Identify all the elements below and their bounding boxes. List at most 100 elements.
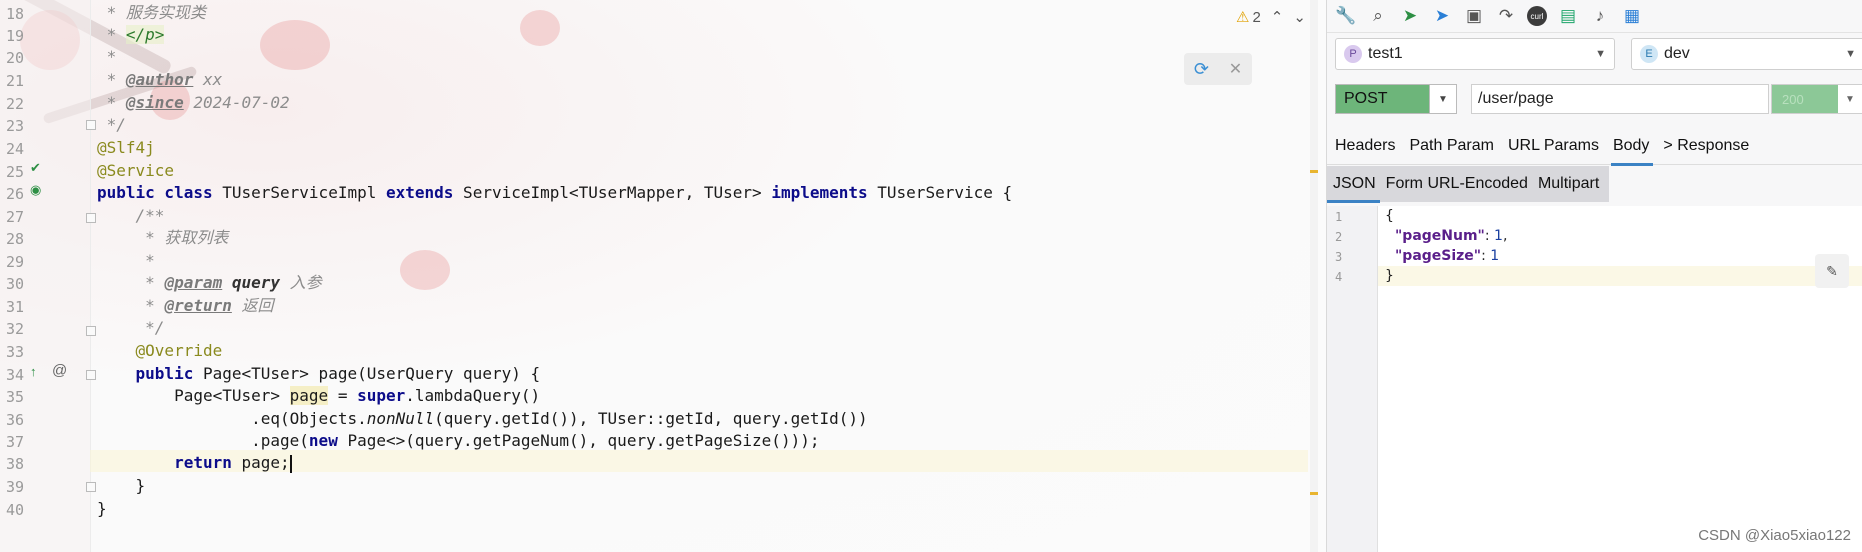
environment-select[interactable]: E dev ▼ <box>1631 38 1862 70</box>
bell-icon[interactable]: ♪ <box>1589 5 1611 27</box>
line-number: 19 <box>5 27 24 45</box>
line-number: 31 <box>5 298 24 316</box>
code-line: @Slf4j <box>97 138 155 157</box>
request-row: POST ▼ /user/page 200 ▼ <box>1335 84 1862 116</box>
line-number: 36 <box>5 411 24 429</box>
tab-url-params[interactable]: URL Params <box>1506 133 1601 159</box>
json-line: "pageSize": 1 <box>1395 248 1500 264</box>
line-number: 4 <box>1335 270 1343 284</box>
code-editor[interactable]: 18 19 20 21 22 23 24 25 26 27 28 29 30 31 32 33 34 35 36 37… <box>0 0 1318 552</box>
line-number: 30 <box>5 275 24 293</box>
project-badge: P <box>1344 45 1362 63</box>
curl-icon[interactable]: curl <box>1527 6 1547 26</box>
fold-marker[interactable] <box>86 326 96 336</box>
gift-icon[interactable]: ▦ <box>1621 5 1643 27</box>
code-line: public class TUserServiceImpl extends Se… <box>97 183 1013 202</box>
method-select[interactable]: POST ▼ <box>1335 84 1457 114</box>
reload-icon[interactable]: ⟳ <box>1194 59 1209 80</box>
tab-form-url-encoded[interactable]: Form URL-Encoded <box>1386 175 1528 193</box>
line-number: 33 <box>5 343 24 361</box>
body-type-tabs: JSON Form URL-Encoded Multipart <box>1327 166 1609 203</box>
code-line: * @return 返回 <box>97 296 274 315</box>
code-line: * 获取列表 <box>97 228 229 247</box>
line-number: 2 <box>1335 230 1343 244</box>
format-wand-icon[interactable]: ✎ <box>1815 254 1849 288</box>
code-line: * @since 2024-07-02 <box>97 93 290 112</box>
method-label: POST <box>1336 85 1429 113</box>
at-gutter-icon[interactable]: @ <box>52 362 67 379</box>
wrench-icon[interactable]: 🔧 <box>1335 5 1357 27</box>
tab-multipart[interactable]: Multipart <box>1538 175 1599 193</box>
code-line: * <box>97 251 155 270</box>
tab-response[interactable]: > Response <box>1661 133 1751 159</box>
code-line: /** <box>97 206 165 225</box>
code-line: * <box>97 47 117 66</box>
book-icon[interactable]: ▤ <box>1557 5 1579 27</box>
line-number: 23 <box>5 117 24 135</box>
line-number: 28 <box>5 230 24 248</box>
implements-gutter-icon[interactable]: ↑ <box>30 364 37 379</box>
line-number: 29 <box>5 253 24 271</box>
code-line: Page<TUser> page = super.lambdaQuery() <box>97 386 541 405</box>
line-number: 3 <box>1335 250 1343 264</box>
code-line: * </p> <box>97 25 165 44</box>
json-line: { <box>1385 208 1394 224</box>
tab-path-param[interactable]: Path Param <box>1407 133 1495 159</box>
line-number: 22 <box>5 95 24 113</box>
api-client-panel: 🔧 ⌕ ➤ ➤ ▣ ↷ curl ▤ ♪ ▦ P test1 ▼ E dev ▼… <box>1326 0 1862 552</box>
chevron-down-icon[interactable]: ⌄ <box>1293 8 1306 26</box>
line-number: 32 <box>5 320 24 338</box>
close-icon[interactable]: ✕ <box>1229 59 1242 79</box>
code-line: .eq(Objects.nonNull(query.getId()), TUse… <box>97 409 868 428</box>
save-icon[interactable]: ▣ <box>1463 5 1485 27</box>
tab-headers[interactable]: Headers <box>1333 133 1397 159</box>
line-number: 39 <box>5 478 24 496</box>
fold-marker[interactable] <box>86 120 96 130</box>
redo-icon[interactable]: ↷ <box>1495 5 1517 27</box>
inspection-widget[interactable]: ⚠ 2 ⌃ ⌄ <box>1236 8 1306 26</box>
run-gutter-icon[interactable]: ✔ <box>30 160 41 176</box>
line-number: 20 <box>5 49 24 67</box>
tab-json[interactable]: JSON <box>1327 175 1380 203</box>
search-icon[interactable]: ⌕ <box>1367 5 1389 27</box>
line-number: 38 <box>5 455 24 473</box>
code-line: * 服务实现类 <box>97 3 206 22</box>
line-number: 18 <box>5 5 24 23</box>
code-line: @Override <box>97 341 223 360</box>
fold-marker[interactable] <box>86 370 96 380</box>
code-line: * @param query 入参 <box>97 273 322 292</box>
bean-gutter-icon[interactable]: ◉ <box>30 182 41 198</box>
project-select[interactable]: P test1 ▼ <box>1335 38 1615 70</box>
code-line: } <box>97 499 107 518</box>
chevron-up-icon[interactable]: ⌃ <box>1271 8 1284 26</box>
warning-mark[interactable] <box>1310 170 1318 173</box>
line-number: 21 <box>5 72 24 90</box>
code-line: } <box>97 476 146 495</box>
code-line: return page; <box>97 453 292 473</box>
json-gutter: 1 2 3 4 <box>1327 206 1378 552</box>
tab-body[interactable]: Body <box>1610 133 1654 166</box>
line-number: 35 <box>5 388 24 406</box>
json-line: } <box>1385 268 1394 284</box>
warning-count: 2 <box>1252 9 1261 26</box>
code-line: @Service <box>97 161 175 180</box>
status-code-select[interactable]: 200 ▼ <box>1771 84 1862 114</box>
env-name: dev <box>1664 45 1690 62</box>
chevron-down-icon[interactable]: ▼ <box>1838 85 1862 113</box>
json-body-editor[interactable]: 1 2 3 4 { "pageNum": 1, "pageSize": 1 } … <box>1327 206 1862 552</box>
line-number: 40 <box>5 501 24 519</box>
warning-mark[interactable] <box>1310 492 1318 495</box>
line-number: 25 <box>5 163 24 181</box>
env-badge: E <box>1640 45 1658 63</box>
error-stripe[interactable] <box>1310 0 1318 552</box>
watermark: CSDN @Xiao5xiao122 <box>1698 527 1851 544</box>
url-input[interactable]: /user/page <box>1471 84 1769 114</box>
background-blossom <box>260 20 330 70</box>
line-number: 27 <box>5 208 24 226</box>
fold-marker[interactable] <box>86 482 96 492</box>
chevron-down-icon[interactable]: ▼ <box>1429 85 1456 113</box>
send-green-icon[interactable]: ➤ <box>1399 5 1421 27</box>
chevron-down-icon: ▼ <box>1845 48 1856 60</box>
send-blue-icon[interactable]: ➤ <box>1431 5 1453 27</box>
fold-marker[interactable] <box>86 213 96 223</box>
